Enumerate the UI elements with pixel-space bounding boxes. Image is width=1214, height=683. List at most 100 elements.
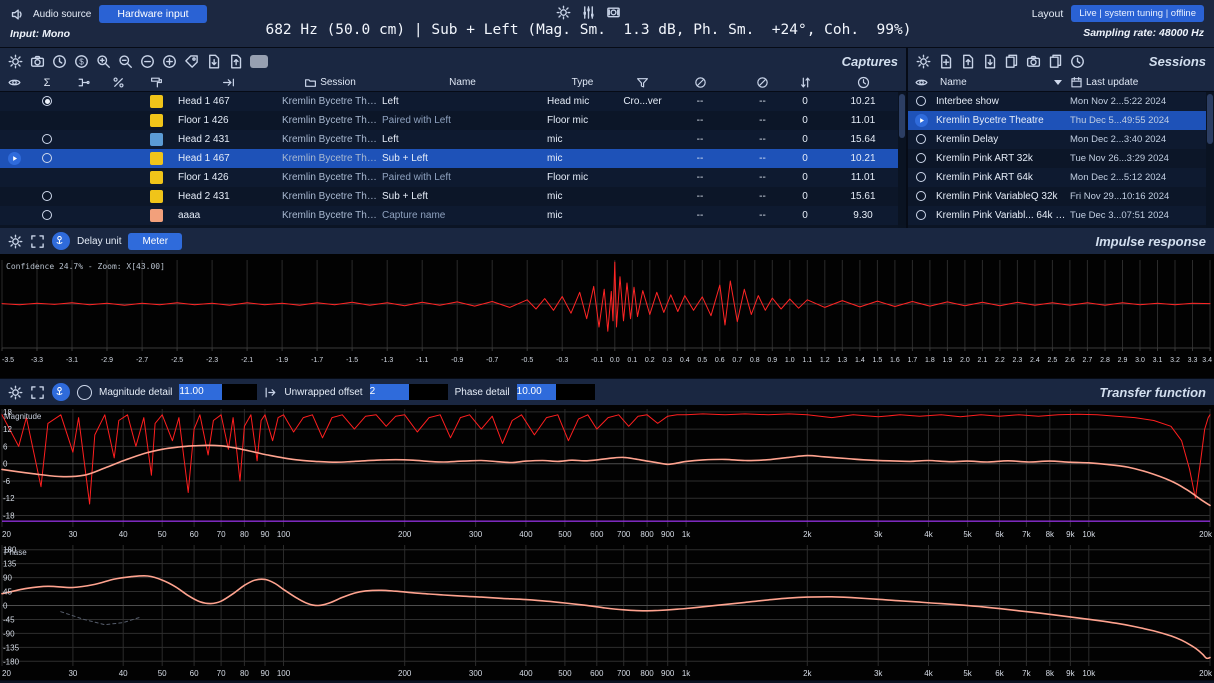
paint-icon[interactable] [150, 76, 163, 89]
capture-color-cell[interactable] [136, 95, 176, 108]
session-active-cell[interactable] [908, 114, 934, 128]
funnel-icon[interactable] [636, 76, 649, 89]
sessions-scrollbar-thumb[interactable] [1207, 94, 1213, 144]
capture-active-cell[interactable] [0, 152, 28, 166]
capture-color-cell[interactable] [136, 190, 176, 203]
session-radio[interactable] [916, 172, 926, 182]
transfer-fullscreen-icon[interactable] [30, 385, 45, 400]
capture-radio[interactable] [42, 210, 52, 220]
sessions-scrollbar[interactable] [1206, 92, 1214, 228]
transfer-delay-button[interactable] [52, 383, 70, 401]
load-session-icon[interactable] [960, 54, 975, 69]
capture-color-cell[interactable] [136, 114, 176, 127]
session-row[interactable]: Kremlin Pink ART 64kMon Dec 2...5:12 202… [908, 168, 1214, 187]
swap-icon[interactable] [799, 76, 812, 89]
captures-history-icon[interactable] [52, 54, 67, 69]
time-column-icon[interactable] [857, 76, 870, 89]
copy-session-icon[interactable] [1048, 54, 1063, 69]
magnitude-detail-input[interactable]: 11.00 [179, 384, 257, 400]
hardware-input-button[interactable]: Hardware input [99, 5, 206, 23]
capture-color-swatch[interactable] [150, 209, 163, 222]
session-active-cell[interactable] [908, 134, 934, 145]
capture-row[interactable]: aaaaKremlin Bycetre TheatreCapture namem… [0, 206, 906, 225]
session-row[interactable]: Interbee showMon Nov 2...5:22 2024 [908, 92, 1214, 111]
session-active-cell[interactable] [908, 153, 934, 164]
sort-desc-icon[interactable] [1054, 80, 1062, 85]
captures-scrollbar[interactable] [898, 92, 906, 228]
capture-radio[interactable] [42, 134, 52, 144]
remove-capture-icon[interactable] [140, 54, 155, 69]
settings-icon[interactable] [556, 5, 571, 20]
color-swatch-button[interactable] [250, 55, 268, 68]
sliders-icon[interactable] [581, 5, 596, 20]
capture-radio-cell[interactable] [28, 210, 66, 221]
import-capture-icon[interactable] [206, 54, 221, 69]
captures-settings-icon[interactable] [8, 54, 23, 69]
meter-button[interactable]: Meter [128, 233, 182, 250]
col-type-label[interactable]: Type [572, 77, 594, 88]
capture-radio[interactable] [42, 153, 52, 163]
session-radio[interactable] [916, 210, 926, 220]
session-row[interactable]: Kremlin Pink Variabl... 64k + Some comme… [908, 206, 1214, 225]
capture-radio-cell[interactable] [28, 134, 66, 145]
phase-chart[interactable]: 18013590450-45-90-135-180203040506070809… [0, 541, 1214, 680]
capture-color-cell[interactable] [136, 209, 176, 222]
capture-color-swatch[interactable] [150, 95, 163, 108]
sessions-col-update-label[interactable]: Last update [1086, 77, 1138, 88]
sessions-eye-icon[interactable] [915, 76, 928, 89]
capture-row[interactable]: Head 1 467Kremlin Bycetre TheatreLeftHea… [0, 92, 906, 111]
session-radio[interactable] [916, 96, 926, 106]
capture-color-cell[interactable] [136, 152, 176, 165]
tag-icon[interactable] [184, 54, 199, 69]
capture-color-swatch[interactable] [150, 152, 163, 165]
capture-radio-cell[interactable] [28, 153, 66, 164]
capture-color-cell[interactable] [136, 133, 176, 146]
session-active-cell[interactable] [908, 96, 934, 107]
col-session-label[interactable]: Session [320, 77, 356, 88]
transfer-settings-icon[interactable] [8, 385, 23, 400]
zoom-out-icon[interactable] [118, 54, 133, 69]
route-icon[interactable] [77, 76, 90, 89]
capture-color-swatch[interactable] [150, 114, 163, 127]
impulse-fullscreen-icon[interactable] [30, 234, 45, 249]
capture-radio-cell[interactable] [28, 191, 66, 202]
session-row[interactable]: Kremlin Bycetre TheatreThu Dec 5...49:55… [908, 111, 1214, 130]
export-capture-icon[interactable] [228, 54, 243, 69]
session-play-icon[interactable] [915, 114, 928, 127]
zoom-in-icon[interactable] [96, 54, 111, 69]
layout-button[interactable]: Layout [1032, 8, 1064, 20]
captures-scrollbar-thumb[interactable] [899, 94, 905, 138]
save-session-icon[interactable] [982, 54, 997, 69]
capture-color-swatch[interactable] [150, 133, 163, 146]
capture-play-icon[interactable] [8, 152, 21, 165]
delay-reference-button[interactable] [52, 232, 70, 250]
display-icon[interactable] [606, 5, 621, 20]
sessions-history-icon[interactable] [1070, 54, 1085, 69]
sessions-settings-icon[interactable] [916, 54, 931, 69]
session-radio[interactable] [916, 134, 926, 144]
normalize-toggle[interactable] [77, 385, 92, 400]
add-capture-icon[interactable] [162, 54, 177, 69]
phase-detail-input[interactable]: 10.00 [517, 384, 595, 400]
capture-row[interactable]: Floor 1 426Kremlin Bycetre TheatrePaired… [0, 111, 906, 130]
session-radio[interactable] [916, 153, 926, 163]
session-row[interactable]: Kremlin Pink ART 32kTue Nov 26...3:29 20… [908, 149, 1214, 168]
eye-icon[interactable] [8, 76, 21, 89]
capture-radio[interactable] [42, 96, 52, 106]
col-name-label[interactable]: Name [449, 77, 476, 88]
session-radio[interactable] [916, 191, 926, 201]
sessions-col-name-label[interactable]: Name [940, 77, 967, 88]
capture-row[interactable]: Head 2 431Kremlin Bycetre TheatreLeftmic… [0, 130, 906, 149]
capture-color-swatch[interactable] [150, 190, 163, 203]
impulse-chart[interactable]: -3.5-3.3-3.1-2.9-2.7-2.5-2.3-2.1-1.9-1.7… [0, 254, 1214, 378]
sum-icon[interactable]: Σ [44, 77, 51, 89]
impulse-settings-icon[interactable] [8, 234, 23, 249]
unwrapped-offset-input[interactable]: 2 [370, 384, 448, 400]
session-row[interactable]: Kremlin Pink VariableQ 32kFri Nov 29...1… [908, 187, 1214, 206]
capture-color-swatch[interactable] [150, 171, 163, 184]
capture-color-cell[interactable] [136, 171, 176, 184]
session-active-cell[interactable] [908, 172, 934, 183]
arrow-bar-icon[interactable] [222, 76, 235, 89]
polarity-b-icon[interactable] [756, 76, 769, 89]
session-active-cell[interactable] [908, 210, 934, 221]
